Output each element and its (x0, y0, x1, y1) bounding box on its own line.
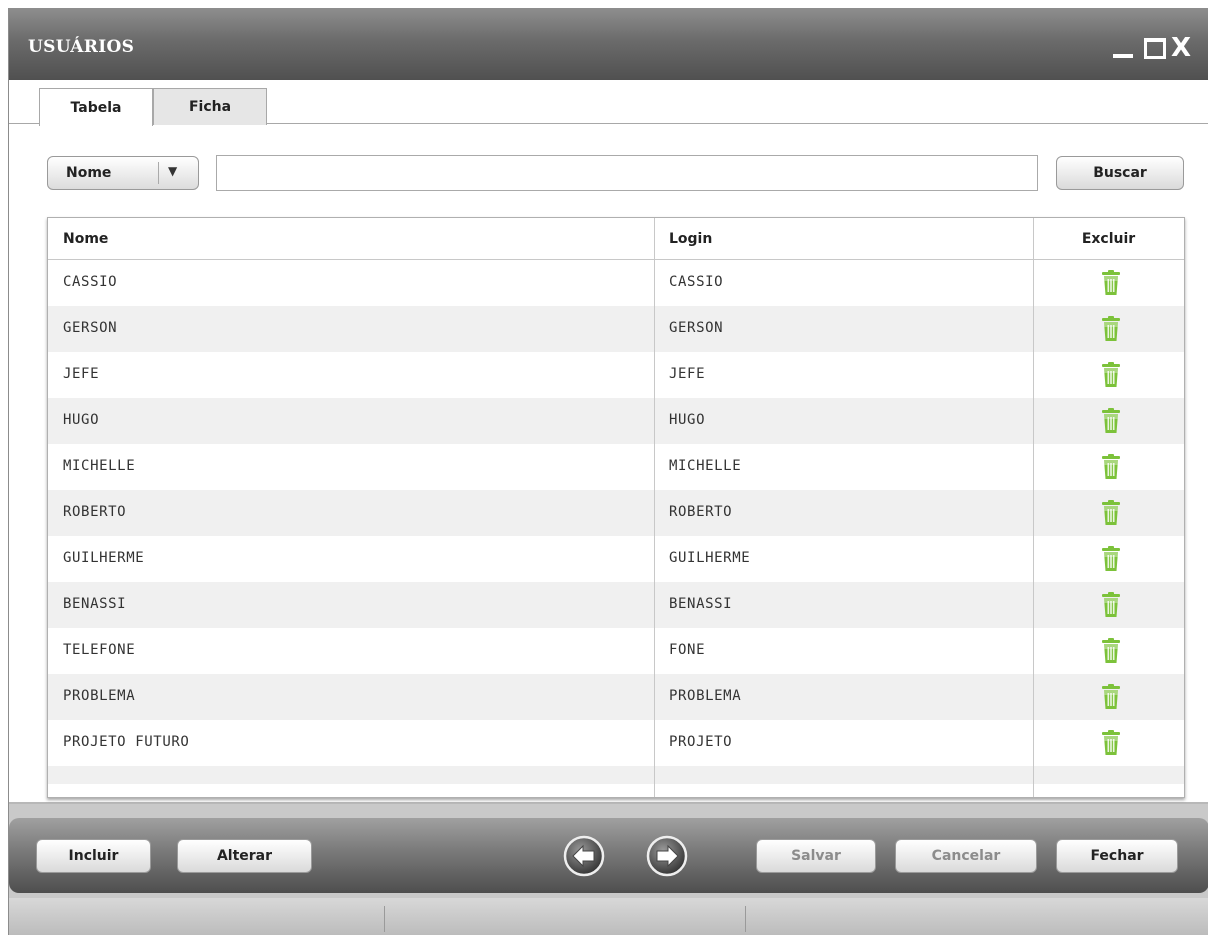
table-row-empty (48, 766, 1184, 784)
cell-login: BENASSI (669, 596, 733, 612)
cell-login: HUGO (669, 412, 706, 428)
trash-icon[interactable] (1101, 270, 1121, 296)
trash-icon[interactable] (1101, 362, 1121, 388)
column-header-excluir[interactable]: Excluir (1033, 231, 1184, 247)
close-button[interactable]: Fechar (1056, 839, 1178, 873)
cell-login: GERSON (669, 320, 724, 336)
cell-login: MICHELLE (669, 458, 742, 474)
table-row[interactable]: GUILHERME GUILHERME (48, 536, 1184, 582)
chevron-down-icon[interactable]: ▼ (168, 164, 177, 178)
cell-nome: CASSIO (63, 274, 118, 290)
maximize-icon[interactable] (1141, 34, 1167, 62)
cell-login: PROBLEMA (669, 688, 742, 704)
table-row[interactable]: HUGO HUGO (48, 398, 1184, 444)
table-row[interactable]: PROBLEMA PROBLEMA (48, 674, 1184, 720)
cell-nome: JEFE (63, 366, 100, 382)
table-body: CASSIO CASSIO GERSON GERSON JEFE JEFE HUGO HUGO… (48, 260, 1184, 797)
status-divider (384, 906, 385, 932)
arrow-left-icon[interactable] (563, 835, 605, 877)
cell-nome: MICHELLE (63, 458, 136, 474)
table-row[interactable]: PROJETO FUTURO PROJETO (48, 720, 1184, 766)
trash-icon[interactable] (1101, 684, 1121, 710)
table-row[interactable]: GERSON GERSON (48, 306, 1184, 352)
cell-nome: ROBERTO (63, 504, 127, 520)
tab-bar: Tabela Ficha (9, 80, 1208, 126)
trash-icon[interactable] (1101, 592, 1121, 618)
search-input[interactable] (216, 155, 1038, 191)
save-button[interactable]: Salvar (756, 839, 876, 873)
table-row[interactable]: MICHELLE MICHELLE (48, 444, 1184, 490)
status-divider (745, 906, 746, 932)
cell-login: ROBERTO (669, 504, 733, 520)
tab-ficha[interactable]: Ficha (153, 88, 267, 125)
trash-icon[interactable] (1101, 454, 1121, 480)
trash-icon[interactable] (1101, 316, 1121, 342)
window-titlebar[interactable]: USUÁRIOS X (9, 8, 1208, 80)
users-window: USUÁRIOS X Tabela Ficha Nome ▼ Buscar No… (8, 8, 1208, 935)
window-content: Tabela Ficha Nome ▼ Buscar Nome Login Ex… (9, 80, 1208, 804)
window-title: USUÁRIOS (28, 37, 135, 57)
table-row[interactable]: ROBERTO ROBERTO (48, 490, 1184, 536)
trash-icon[interactable] (1101, 500, 1121, 526)
arrow-right-icon[interactable] (646, 835, 688, 877)
table-row[interactable]: TELEFONE FONE (48, 628, 1184, 674)
cell-nome: PROJETO FUTURO (63, 734, 190, 750)
search-field-select[interactable]: Nome ▼ (47, 156, 199, 190)
action-toolbar: Incluir Alterar Salvar Cancelar Fechar (9, 818, 1208, 893)
cell-login: FONE (669, 642, 706, 658)
column-divider (654, 218, 655, 797)
cell-nome: GUILHERME (63, 550, 145, 566)
cell-login: JEFE (669, 366, 706, 382)
column-header-login[interactable]: Login (669, 231, 712, 247)
add-button[interactable]: Incluir (36, 839, 151, 873)
table-header: Nome Login Excluir (48, 218, 1184, 260)
trash-icon[interactable] (1101, 730, 1121, 756)
cell-nome: PROBLEMA (63, 688, 136, 704)
edit-button[interactable]: Alterar (177, 839, 312, 873)
select-divider (158, 162, 159, 184)
cell-nome: HUGO (63, 412, 100, 428)
cell-login: GUILHERME (669, 550, 751, 566)
cell-nome: GERSON (63, 320, 118, 336)
column-divider (1033, 218, 1034, 797)
cell-nome: TELEFONE (63, 642, 136, 658)
tab-tabela[interactable]: Tabela (39, 88, 153, 126)
cancel-button[interactable]: Cancelar (895, 839, 1037, 873)
trash-icon[interactable] (1101, 408, 1121, 434)
table-row[interactable]: BENASSI BENASSI (48, 582, 1184, 628)
trash-icon[interactable] (1101, 638, 1121, 664)
column-header-nome[interactable]: Nome (63, 231, 108, 247)
minimize-icon[interactable] (1109, 34, 1137, 62)
search-field-selected: Nome (66, 165, 112, 181)
cell-login: PROJETO (669, 734, 733, 750)
table-row[interactable]: JEFE JEFE (48, 352, 1184, 398)
search-button[interactable]: Buscar (1056, 156, 1184, 190)
status-bar (9, 898, 1208, 935)
users-table: Nome Login Excluir CASSIO CASSIO GERSON GER… (47, 217, 1185, 798)
cell-nome: BENASSI (63, 596, 127, 612)
cell-login: CASSIO (669, 274, 724, 290)
table-row[interactable]: CASSIO CASSIO (48, 260, 1184, 306)
close-icon[interactable]: X (1169, 34, 1208, 62)
trash-icon[interactable] (1101, 546, 1121, 572)
